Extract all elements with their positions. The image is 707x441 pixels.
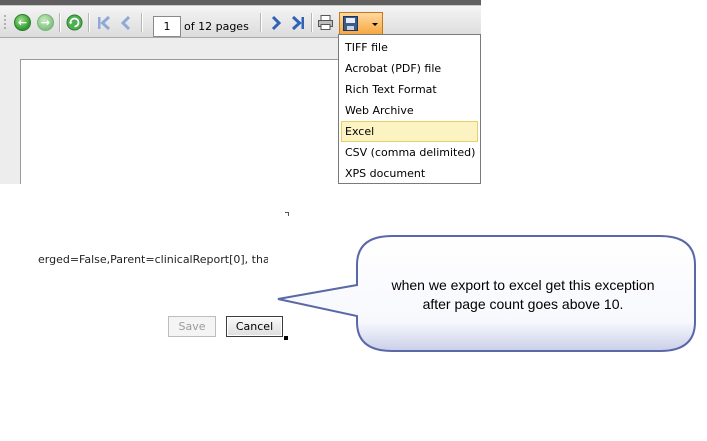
- callout-text: when we export to excel get this excepti…: [358, 276, 688, 314]
- callout-line-1: when we export to excel get this excepti…: [391, 277, 655, 293]
- callout-line-2: after page count goes above 10.: [422, 296, 624, 312]
- callout-bubble: [277, 235, 696, 352]
